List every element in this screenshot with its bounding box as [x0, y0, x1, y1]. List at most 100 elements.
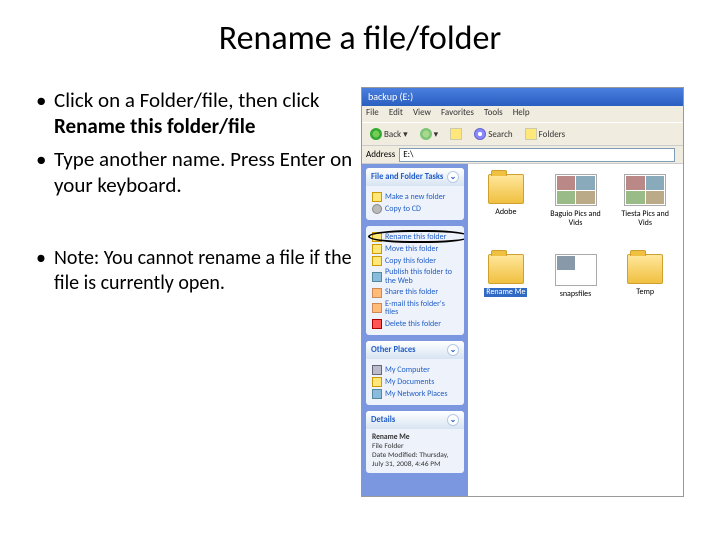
folder-label: Baguio Pics and Vids	[545, 210, 607, 228]
fwd-dropdown-icon: ▾	[434, 129, 439, 140]
back-icon	[370, 128, 382, 140]
place-my-computer-label: My Computer	[385, 366, 430, 375]
menu-help[interactable]: Help	[513, 107, 530, 118]
file-folder-tasks-title: File and Folder Tasks	[371, 172, 443, 182]
folder-item-baguio[interactable]: Baguio Pics and Vids	[542, 170, 610, 248]
publish-icon	[372, 272, 382, 282]
folder-thumb-icon	[555, 174, 597, 206]
explorer-window: backup (E:) File Edit View Favorites Too…	[361, 87, 684, 497]
task-copy-cd[interactable]: Copy to CD	[372, 204, 458, 214]
search-label: Search	[488, 129, 512, 140]
rename-icon	[372, 232, 382, 242]
window-titlebar: backup (E:)	[362, 88, 683, 106]
task-delete[interactable]: Delete this folder	[372, 319, 458, 329]
menu-view[interactable]: View	[413, 107, 431, 118]
back-dropdown-icon: ▾	[403, 129, 408, 140]
folder-thumb-icon	[555, 254, 597, 286]
other-places-header[interactable]: Other Places ⌄	[366, 341, 464, 359]
place-my-documents[interactable]: My Documents	[372, 377, 458, 387]
up-button[interactable]	[446, 127, 466, 141]
task-share[interactable]: Share this folder	[372, 288, 458, 298]
folder-item-rename-me[interactable]: Rename Me	[472, 250, 540, 328]
task-copy-label: Copy this folder	[385, 257, 436, 266]
menu-tools[interactable]: Tools	[484, 107, 503, 118]
details-title: Details	[371, 415, 395, 425]
bullet-note: • Note: You cannot rename a file if the …	[36, 246, 353, 296]
folder-label: Adobe	[495, 208, 516, 217]
bullet-dot: •	[36, 146, 54, 199]
task-publish[interactable]: Publish this folder to the Web	[372, 268, 458, 286]
file-pane[interactable]: Adobe Baguio Pics and Vids Tiesta Pics a…	[468, 164, 683, 496]
details-name: Rename Me	[372, 433, 458, 442]
menu-favorites[interactable]: Favorites	[441, 107, 474, 118]
address-bar: Address E:\	[362, 146, 683, 164]
toolbar: Back▾ ▾ Search Folders	[362, 122, 683, 146]
network-icon	[372, 389, 382, 399]
body-area: File and Folder Tasks ⌄ Make a new folde…	[362, 164, 683, 496]
folder-label: Temp	[636, 288, 654, 297]
bullet-dot: •	[36, 87, 54, 140]
details-header[interactable]: Details ⌄	[366, 411, 464, 429]
share-icon	[372, 288, 382, 298]
file-folder-tasks-panel: File and Folder Tasks ⌄ Make a new folde…	[366, 168, 464, 220]
other-places-body: My Computer My Documents My Network Plac…	[366, 359, 464, 405]
bullet-note-text: Note: You cannot rename a file if the fi…	[54, 246, 353, 296]
folder-thumb-icon	[624, 174, 666, 206]
bullet-dot: •	[36, 246, 54, 296]
other-places-panel: Other Places ⌄ My Computer My Documents …	[366, 341, 464, 405]
place-my-computer[interactable]: My Computer	[372, 365, 458, 375]
task-move[interactable]: Move this folder	[372, 244, 458, 254]
forward-icon	[420, 128, 432, 140]
folder-icon	[488, 254, 524, 284]
file-folder-tasks-header[interactable]: File and Folder Tasks ⌄	[366, 168, 464, 186]
collapse-icon: ⌄	[447, 171, 459, 183]
folder-item-temp[interactable]: Temp	[611, 250, 679, 328]
folder-item-tiesta[interactable]: Tiesta Pics and Vids	[611, 170, 679, 248]
folder-item-snapsfiles[interactable]: snapsfiles	[542, 250, 610, 328]
task-move-label: Move this folder	[385, 245, 438, 254]
other-places-title: Other Places	[371, 345, 416, 355]
task-publish-label: Publish this folder to the Web	[385, 268, 458, 286]
folder-label: Tiesta Pics and Vids	[614, 210, 676, 228]
folders-button[interactable]: Folders	[521, 127, 570, 141]
my-documents-icon	[372, 377, 382, 387]
instruction-list: • Click on a Folder/file, then click Ren…	[36, 87, 353, 497]
task-copy-cd-label: Copy to CD	[385, 205, 421, 214]
up-icon	[450, 128, 462, 140]
menu-file[interactable]: File	[366, 107, 379, 118]
task-email[interactable]: E-mail this folder's files	[372, 300, 458, 318]
back-button[interactable]: Back▾	[366, 127, 412, 141]
email-icon	[372, 303, 382, 313]
collapse-icon: ⌄	[447, 414, 459, 426]
menu-edit[interactable]: Edit	[389, 107, 403, 118]
page-title: Rename a file/folder	[0, 18, 720, 59]
folder-icon	[627, 254, 663, 284]
task-new-folder-label: Make a new folder	[385, 193, 445, 202]
move-icon	[372, 244, 382, 254]
bullet-1: • Click on a Folder/file, then click Ren…	[36, 87, 353, 140]
file-folder-tasks-panel-2: Rename this folder Move this folder Copy…	[366, 226, 464, 335]
copy-icon	[372, 256, 382, 266]
my-computer-icon	[372, 365, 382, 375]
task-pane: File and Folder Tasks ⌄ Make a new folde…	[362, 164, 468, 496]
forward-button[interactable]: ▾	[416, 127, 443, 141]
menubar[interactable]: File Edit View Favorites Tools Help	[362, 106, 683, 122]
task-rename-label: Rename this folder	[385, 233, 446, 242]
search-button[interactable]: Search	[470, 127, 516, 141]
delete-icon	[372, 319, 382, 329]
folder-label: snapsfiles	[560, 290, 592, 299]
task-delete-label: Delete this folder	[385, 320, 441, 329]
folder-item-adobe[interactable]: Adobe	[472, 170, 540, 248]
cd-icon	[372, 204, 382, 214]
folders-icon	[525, 128, 537, 140]
details-panel: Details ⌄ Rename Me File Folder Date Mod…	[366, 411, 464, 473]
task-new-folder[interactable]: Make a new folder	[372, 192, 458, 202]
task-copy[interactable]: Copy this folder	[372, 256, 458, 266]
address-input[interactable]: E:\	[399, 148, 675, 162]
task-email-label: E-mail this folder's files	[385, 300, 458, 318]
bullet-1b: Rename this folder/file	[54, 113, 255, 139]
task-rename[interactable]: Rename this folder	[372, 232, 458, 242]
bullet-1a: Click on a Folder/file, then click	[54, 87, 319, 113]
bullet-2-text: Type another name. Press Enter on your k…	[54, 146, 353, 199]
place-network[interactable]: My Network Places	[372, 389, 458, 399]
